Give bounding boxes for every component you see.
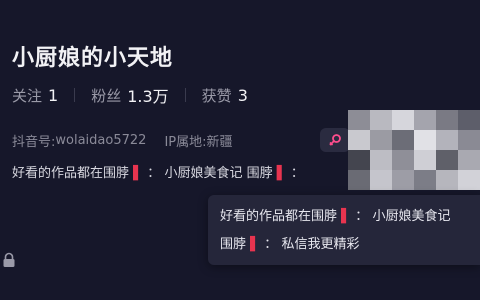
profile-meta: 抖音号: wolaidao5722 IP属地: 新疆 <box>12 130 233 150</box>
tooltip-text: 围脖 <box>220 237 247 252</box>
female-icon <box>329 134 341 146</box>
profile-stats: 关注 1 粉丝 1.3万 获赞 3 <box>12 83 248 107</box>
followers-count[interactable]: 1.3万 <box>127 83 168 107</box>
tooltip-line: 好看的作品都在围脖 ▌ ： 小厨娘美食记 <box>220 205 450 224</box>
avatar-pixelated[interactable] <box>348 110 480 190</box>
likes-count: 3 <box>237 85 248 105</box>
lock-icon <box>3 252 15 267</box>
followers-label[interactable]: 粉丝 <box>91 85 121 106</box>
tooltip-text: 私信我更精彩 <box>281 237 360 252</box>
douyin-id: wolaidao5722 <box>55 132 147 148</box>
bio-text: 好看的作品都在围脖 <box>12 166 130 181</box>
tooltip-line: 围脖 ▌ ： 私信我更精彩 <box>220 233 359 252</box>
tooltip-separator: ： <box>355 209 369 224</box>
tooltip-text: 小厨娘美食记 <box>372 209 451 224</box>
likes-label: 获赞 <box>201 86 232 105</box>
stats-divider <box>74 88 76 102</box>
ip-location: 新疆 <box>206 134 233 150</box>
profile-bio[interactable]: 好看的作品都在围脖 ▌ ： 小厨娘美食记 围脖 ▌ ： <box>12 162 350 181</box>
douyin-id-label: 抖音号: <box>12 134 56 150</box>
profile-name: 小厨娘的小天地 <box>12 46 174 71</box>
bio-separator: ： <box>147 166 161 181</box>
tooltip-separator: ： <box>264 237 278 252</box>
stats-divider <box>184 88 186 102</box>
bio-text: 小厨娘美食记 围脖 <box>164 166 273 181</box>
pin-icon: ▌ <box>133 166 144 181</box>
tooltip-text: 好看的作品都在围脖 <box>220 209 338 224</box>
bio-tooltip: 好看的作品都在围脖 ▌ ： 小厨娘美食记 围脖 ▌ ： 私信我更精彩 <box>208 195 480 265</box>
gender-badge <box>320 128 350 152</box>
bio-separator: ： <box>290 166 304 181</box>
following-label[interactable]: 关注 <box>12 85 42 106</box>
pin-icon: ▌ <box>250 237 261 252</box>
pin-icon: ▌ <box>341 209 352 224</box>
pin-icon: ▌ <box>276 166 287 181</box>
following-count[interactable]: 1 <box>48 86 58 105</box>
ip-location-label: IP属地: <box>164 134 207 150</box>
